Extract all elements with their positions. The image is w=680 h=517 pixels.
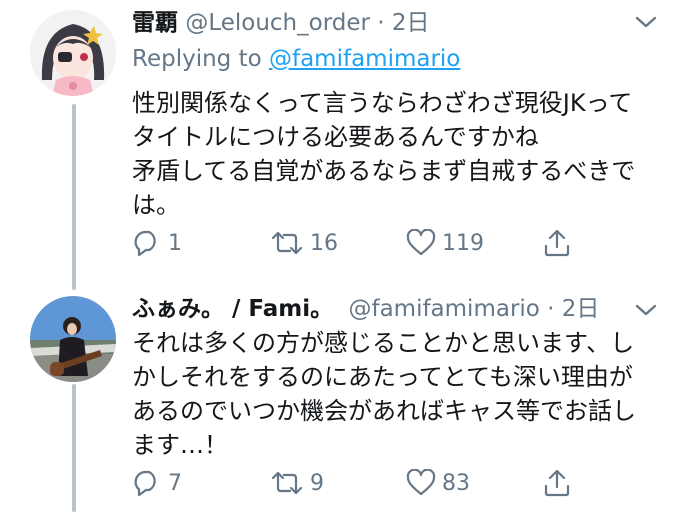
like-icon [406, 229, 436, 256]
tweet-text-line: ます…！ [132, 431, 228, 459]
tweet-text-line: は。 [132, 191, 180, 219]
share-button[interactable] [542, 226, 572, 260]
like-count: 119 [442, 230, 484, 256]
tweet-header: ふぁみ。 / Fami。 @famifamimario · 2日 [132, 294, 599, 324]
thread-line [72, 104, 76, 290]
tweet-header: 雷覇 @Lelouch_order · 2日 [132, 8, 430, 38]
reply-count: 1 [168, 230, 182, 256]
tweet-text: 性別関係なくって言うならわざわざ現役JKって タイトルにつける必要あるんですかね… [132, 86, 635, 222]
like-count: 83 [442, 470, 470, 496]
photo-avatar-image [30, 296, 116, 382]
share-icon [544, 469, 570, 497]
tweet-text-line: 性別関係なくって言うならわざわざ現役JKって [132, 89, 633, 117]
like-button[interactable]: 83 [406, 466, 470, 500]
timestamp[interactable]: 2日 [392, 10, 430, 36]
separator-dot: · [547, 296, 555, 322]
chevron-down-icon [635, 304, 657, 316]
avatar[interactable] [30, 10, 116, 96]
reply-icon [134, 470, 156, 497]
user-handle[interactable]: @Lelouch_order [185, 10, 370, 36]
tweet-text-line: 矛盾してる自覚があるならまず自戒するべきで [132, 157, 636, 185]
timestamp[interactable]: 2日 [562, 296, 600, 322]
share-icon [544, 229, 570, 257]
thread-line [72, 384, 76, 512]
tweet-text-line: それは多くの方が感じることかと思います、し [132, 329, 635, 357]
retweet-count: 9 [310, 470, 324, 496]
reply-count: 7 [168, 470, 182, 496]
more-options-button[interactable] [634, 14, 658, 34]
avatar[interactable] [30, 296, 116, 382]
retweet-icon [271, 471, 303, 495]
anime-avatar-image [30, 10, 116, 96]
tweet-text: それは多くの方が感じることかと思います、し かしそれをするのにあたってとても深い… [132, 326, 636, 462]
tweet-text-line: かしそれをするのにあたってとても深い理由が [132, 363, 633, 391]
chevron-down-icon [635, 16, 657, 28]
replying-label: Replying to [132, 46, 262, 72]
like-icon [406, 469, 436, 496]
reply-button[interactable]: 1 [132, 226, 182, 260]
user-handle[interactable]: @famifamimario [348, 296, 539, 322]
display-name[interactable]: 雷覇 [132, 10, 178, 36]
reply-button[interactable]: 7 [132, 466, 182, 500]
mention-link[interactable]: @famifamimario [269, 46, 460, 72]
replying-to: Replying to @famifamimario [132, 44, 460, 74]
action-bar: 1 16 119 [132, 226, 572, 260]
retweet-count: 16 [310, 230, 338, 256]
share-button[interactable] [542, 466, 572, 500]
display-name[interactable]: ふぁみ。 / Fami。 [132, 296, 333, 322]
tweet[interactable]: 雷覇 @Lelouch_order · 2日 Replying to @fami… [0, 0, 680, 290]
retweet-button[interactable]: 16 [270, 226, 338, 260]
tweet-text-line: タイトルにつける必要あるんですかね [132, 123, 539, 151]
like-button[interactable]: 119 [406, 226, 484, 260]
action-bar: 7 9 83 [132, 466, 572, 500]
tweet[interactable]: ふぁみ。 / Fami。 @famifamimario · 2日 それは多くの方… [0, 280, 680, 517]
reply-icon [134, 230, 156, 257]
retweet-button[interactable]: 9 [270, 466, 324, 500]
tweet-text-line: あるのでいつか機会があればキャス等でお話し [132, 397, 636, 425]
more-options-button[interactable] [634, 302, 658, 322]
separator-dot: · [377, 10, 385, 36]
retweet-icon [271, 231, 303, 255]
